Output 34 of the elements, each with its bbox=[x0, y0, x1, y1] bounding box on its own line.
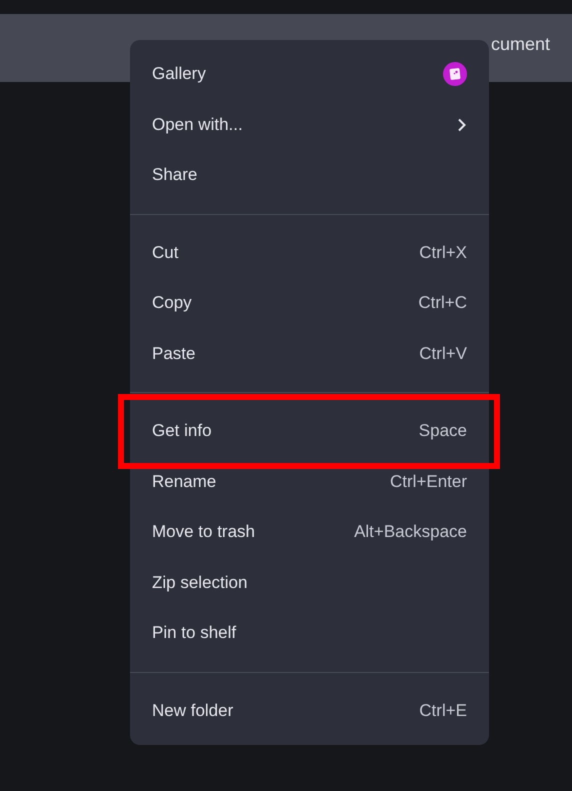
file-type-text: cument bbox=[490, 34, 550, 54]
menu-item-label: Get info bbox=[152, 421, 212, 442]
menu-item-label: Open with... bbox=[152, 114, 243, 135]
shortcut-text: Space bbox=[418, 421, 467, 442]
menu-item[interactable]: Paste Ctrl+V bbox=[130, 328, 489, 379]
shortcut-text: Ctrl+X bbox=[419, 242, 467, 263]
menu-item[interactable]: Share bbox=[130, 150, 489, 200]
shortcut-text: Ctrl+E bbox=[419, 700, 467, 721]
menu-item[interactable]: Rename Ctrl+Enter bbox=[130, 456, 489, 507]
menu-item-label: Share bbox=[152, 165, 198, 186]
chevron-right-icon bbox=[457, 118, 467, 132]
menu-item-label: Copy bbox=[152, 293, 192, 314]
shortcut-text: Ctrl+Enter bbox=[390, 472, 467, 492]
menu-item[interactable]: Pin to shelf bbox=[130, 608, 489, 658]
menu-item-label: Zip selection bbox=[152, 572, 248, 593]
shortcut-text: Ctrl+V bbox=[419, 344, 467, 364]
menu-item[interactable]: Zip selection bbox=[130, 558, 489, 608]
menu-item-label: Cut bbox=[152, 242, 178, 263]
shortcut-text: Alt+Backspace bbox=[354, 522, 467, 542]
menu-item-label: Rename bbox=[152, 472, 216, 492]
menu-item[interactable]: Gallery bbox=[130, 49, 489, 100]
menu-item[interactable]: Move to trash Alt+Backspace bbox=[130, 507, 489, 558]
menu-item[interactable]: Open with... bbox=[130, 100, 489, 150]
menu-item-label: Pin to shelf bbox=[152, 623, 236, 644]
menu-item[interactable]: Cut Ctrl+X bbox=[130, 228, 489, 278]
menu-item[interactable]: New folder Ctrl+E bbox=[130, 686, 489, 736]
menu-item[interactable]: Get info Space bbox=[130, 406, 489, 456]
menu-item-label: New folder bbox=[152, 700, 234, 721]
shortcut-text: Ctrl+C bbox=[418, 293, 467, 314]
menu-item-label: Paste bbox=[152, 344, 196, 364]
menu-item-label: Gallery bbox=[152, 64, 206, 84]
gallery-icon bbox=[443, 62, 467, 86]
menu-item[interactable]: Copy Ctrl+C bbox=[130, 278, 489, 328]
menu-item-label: Move to trash bbox=[152, 522, 255, 542]
